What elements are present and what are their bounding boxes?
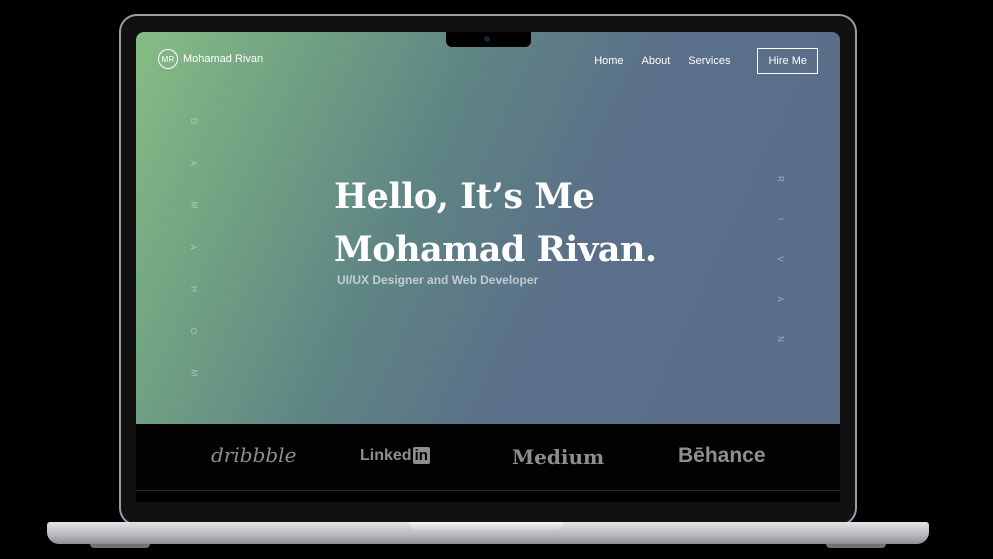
medium-logo[interactable]: Medium — [512, 445, 604, 469]
hero-subtitle: UI/UX Designer and Web Developer — [337, 273, 539, 287]
nav-link-services[interactable]: Services — [688, 55, 730, 67]
laptop-foot-right — [826, 544, 886, 548]
laptop-screen: MR Mohamad Rivan Home About Services Hir… — [136, 32, 840, 502]
linkedin-logo-text: Linked — [360, 447, 412, 464]
vertical-letter: A — [189, 160, 198, 166]
screen-notch — [446, 32, 531, 47]
camera-icon — [484, 36, 490, 42]
laptop-base-notch — [409, 522, 563, 531]
vertical-letter: A — [189, 244, 198, 250]
headline-line-1: Hello, It’s Me — [334, 176, 595, 217]
brand-logo[interactable]: MR Mohamad Rivan — [158, 49, 263, 69]
linkedin-in-box: in — [412, 447, 430, 464]
vertical-letter: A — [776, 296, 785, 302]
dribbble-logo[interactable]: dribbble — [211, 443, 296, 467]
nav-link-home[interactable]: Home — [594, 55, 623, 67]
vertical-name-right: R I V A N — [773, 175, 787, 343]
laptop-base — [47, 522, 929, 544]
nav-link-about[interactable]: About — [642, 55, 671, 67]
laptop-foot-left — [90, 544, 150, 548]
hero-headline: Hello, It’s Me Mohamad Rivan. — [334, 170, 657, 276]
vertical-name-left: D A M A H O M — [186, 117, 200, 377]
vertical-letter: D — [189, 118, 198, 124]
brand-name: Mohamad Rivan — [183, 53, 264, 65]
main-nav: Home About Services Hire Me — [576, 48, 818, 74]
vertical-letter: M — [188, 369, 198, 377]
brand-initials-badge: MR — [158, 49, 178, 69]
vertical-letter: M — [188, 201, 198, 209]
client-logos-strip: dribbble Linked in Medium Bēhance — [136, 424, 840, 491]
headline-line-2: Mohamad Rivan. — [334, 229, 657, 270]
vertical-letter: H — [189, 286, 198, 292]
hero-section: MR Mohamad Rivan Home About Services Hir… — [136, 32, 840, 424]
vertical-letter: R — [776, 176, 785, 182]
behance-logo[interactable]: Bēhance — [678, 444, 766, 468]
hire-me-button[interactable]: Hire Me — [757, 48, 818, 74]
linkedin-logo[interactable]: Linked in — [360, 447, 430, 465]
vertical-letter: V — [776, 256, 785, 262]
vertical-letter: O — [188, 327, 198, 335]
vertical-letter: I — [775, 217, 785, 221]
vertical-letter: N — [776, 336, 785, 342]
